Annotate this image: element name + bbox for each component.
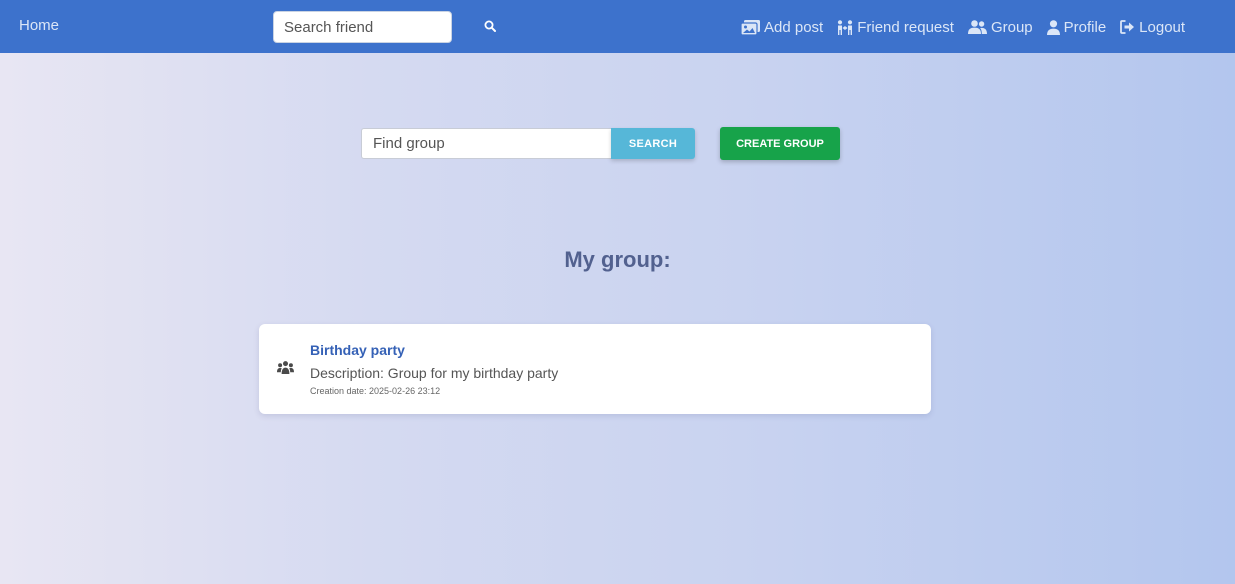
user-group-icon [967,20,987,34]
group-description: Description: Group for my birthday party [310,365,559,381]
search-friend-button[interactable] [480,17,500,37]
group-name-link[interactable]: Birthday party [310,342,405,358]
search-group-button[interactable]: SEARCH [611,128,695,159]
nav-logout[interactable]: Logout [1120,19,1185,36]
nav-profile-label: Profile [1063,18,1107,36]
nav-add-post[interactable]: Add post [741,19,823,36]
group-creation-date: Creation date: 2025-02-26 23:12 [310,386,441,396]
people-arrows-icon [838,19,853,35]
logout-icon [1120,20,1135,34]
nav-friend-request-label: Friend request [857,18,954,36]
search-friend-input[interactable] [273,11,452,43]
my-group-heading: My group: [564,247,671,272]
nav-profile[interactable]: Profile [1046,18,1107,36]
nav-group[interactable]: Group [967,18,1033,36]
navbar: Home Add post Friend requ [0,0,1235,53]
group-card[interactable]: Birthday party Description: Group for my… [259,324,931,414]
users-icon [277,361,294,374]
images-icon [741,19,760,35]
search-icon [484,20,496,32]
nav-group-label: Group [990,18,1033,36]
nav-links: Add post Friend request Group Profile Lo… [741,17,1199,37]
create-group-button[interactable]: CREATE GROUP [720,127,840,160]
nav-friend-request[interactable]: Friend request [837,19,954,36]
nav-home-link[interactable]: Home [19,17,59,34]
nav-add-post-label: Add post [764,18,824,36]
user-icon [1046,19,1060,35]
find-group-input[interactable] [361,128,612,159]
nav-logout-label: Logout [1139,18,1186,36]
